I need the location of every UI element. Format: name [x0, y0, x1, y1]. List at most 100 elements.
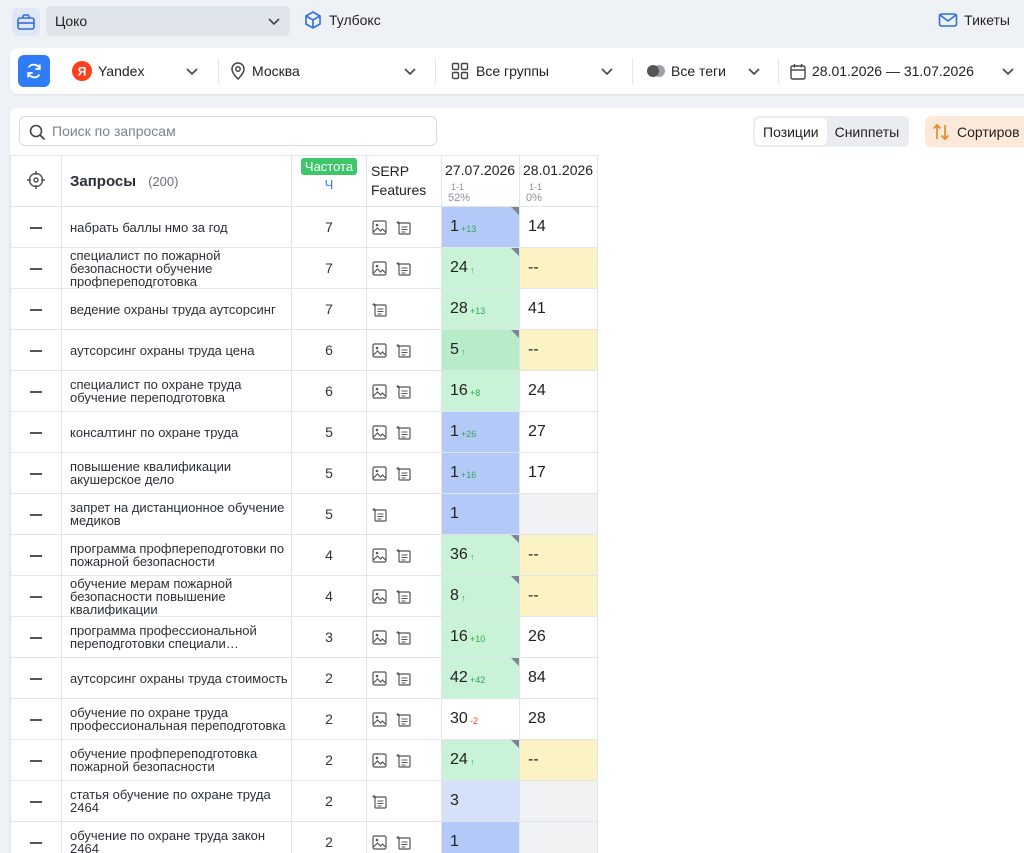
- row-toggle[interactable]: [11, 412, 62, 453]
- serp-cell[interactable]: [367, 781, 442, 822]
- serp-cell[interactable]: [367, 617, 442, 658]
- table-row[interactable]: обучение мерам пожарной безопасности пов…: [11, 576, 598, 617]
- serp-cell[interactable]: [367, 412, 442, 453]
- position-cell-date2[interactable]: 84: [520, 658, 598, 699]
- refresh-button[interactable]: [18, 55, 50, 87]
- toolbox-link[interactable]: Тулбокс: [303, 10, 381, 30]
- query-cell[interactable]: консалтинг по охране труда: [62, 412, 292, 453]
- date-range-select[interactable]: 28.01.2026 — 31.07.2026: [790, 48, 1024, 94]
- query-cell[interactable]: повышение квалификации акушерское дело: [62, 453, 292, 494]
- query-cell[interactable]: ведение охраны труда аутсорсинг: [62, 289, 292, 330]
- position-cell-date1[interactable]: 30-2: [442, 699, 520, 740]
- serp-cell[interactable]: [367, 207, 442, 248]
- region-select[interactable]: Москва: [230, 48, 430, 94]
- position-cell-date2[interactable]: --: [520, 535, 598, 576]
- table-row[interactable]: обучение профпереподготовка пожарной без…: [11, 740, 598, 781]
- row-toggle[interactable]: [11, 576, 62, 617]
- tags-select[interactable]: Все теги: [646, 48, 776, 94]
- position-cell-date1[interactable]: 1: [442, 494, 520, 535]
- table-row[interactable]: обучение по охране труда закон 246421: [11, 822, 598, 853]
- position-cell-date2[interactable]: [520, 781, 598, 822]
- row-toggle[interactable]: [11, 289, 62, 330]
- query-cell[interactable]: специалист по охране труда обучение пере…: [62, 371, 292, 412]
- position-cell-date2[interactable]: 27: [520, 412, 598, 453]
- row-toggle[interactable]: [11, 248, 62, 289]
- position-cell-date2[interactable]: 28: [520, 699, 598, 740]
- serp-cell[interactable]: [367, 535, 442, 576]
- position-cell-date2[interactable]: --: [520, 740, 598, 781]
- table-row[interactable]: специалист по пожарной безопасности обуч…: [11, 248, 598, 289]
- position-cell-date2[interactable]: 17: [520, 453, 598, 494]
- row-toggle[interactable]: [11, 822, 62, 853]
- row-toggle[interactable]: [11, 494, 62, 535]
- position-cell-date2[interactable]: [520, 822, 598, 853]
- project-select[interactable]: Цоко: [46, 6, 290, 36]
- serp-cell[interactable]: [367, 248, 442, 289]
- table-row[interactable]: консалтинг по охране труда51+2627: [11, 412, 598, 453]
- row-toggle[interactable]: [11, 453, 62, 494]
- serp-cell[interactable]: [367, 576, 442, 617]
- position-cell-date2[interactable]: 26: [520, 617, 598, 658]
- serp-cell[interactable]: [367, 494, 442, 535]
- row-toggle[interactable]: [11, 535, 62, 576]
- position-cell-date1[interactable]: 24↑: [442, 248, 520, 289]
- query-cell[interactable]: аутсорсинг охраны труда цена: [62, 330, 292, 371]
- query-cell[interactable]: обучение профпереподготовка пожарной без…: [62, 740, 292, 781]
- table-row[interactable]: программа профессиональной переподготовк…: [11, 617, 598, 658]
- tab-positions[interactable]: Позиции: [755, 118, 827, 145]
- position-cell-date1[interactable]: 5↑: [442, 330, 520, 371]
- search-box[interactable]: [19, 116, 437, 146]
- position-cell-date1[interactable]: 1: [442, 822, 520, 853]
- position-cell-date1[interactable]: 1+26: [442, 412, 520, 453]
- row-toggle[interactable]: [11, 371, 62, 412]
- query-cell[interactable]: запрет на дистанционное обучение медиков: [62, 494, 292, 535]
- query-cell[interactable]: обучение по охране труда профессиональна…: [62, 699, 292, 740]
- frequency-type[interactable]: Ч: [292, 177, 366, 192]
- table-row[interactable]: повышение квалификации акушерское дело51…: [11, 453, 598, 494]
- position-cell-date1[interactable]: 36↑: [442, 535, 520, 576]
- row-toggle[interactable]: [11, 781, 62, 822]
- position-cell-date1[interactable]: 16+10: [442, 617, 520, 658]
- queries-column-header[interactable]: Запросы(200): [62, 156, 292, 207]
- sort-button[interactable]: Сортиров: [925, 116, 1024, 147]
- position-cell-date1[interactable]: 16+8: [442, 371, 520, 412]
- target-column-header[interactable]: [11, 156, 62, 207]
- query-cell[interactable]: специалист по пожарной безопасности обуч…: [62, 248, 292, 289]
- row-toggle[interactable]: [11, 617, 62, 658]
- query-cell[interactable]: статья обучение по охране труда 2464: [62, 781, 292, 822]
- position-cell-date2[interactable]: 41: [520, 289, 598, 330]
- row-toggle[interactable]: [11, 658, 62, 699]
- row-toggle[interactable]: [11, 699, 62, 740]
- serp-cell[interactable]: [367, 699, 442, 740]
- table-row[interactable]: аутсорсинг охраны труда цена65↑--: [11, 330, 598, 371]
- serp-cell[interactable]: [367, 289, 442, 330]
- query-cell[interactable]: набрать баллы нмо за год: [62, 207, 292, 248]
- query-cell[interactable]: программа профессиональной переподготовк…: [62, 617, 292, 658]
- position-cell-date2[interactable]: --: [520, 576, 598, 617]
- position-cell-date1[interactable]: 42+42: [442, 658, 520, 699]
- tickets-link[interactable]: Тикеты: [938, 12, 1010, 28]
- groups-select[interactable]: Все группы: [451, 48, 631, 94]
- serp-cell[interactable]: [367, 453, 442, 494]
- query-cell[interactable]: обучение мерам пожарной безопасности пов…: [62, 576, 292, 617]
- frequency-column-header[interactable]: Частота Ч: [292, 156, 367, 207]
- position-cell-date1[interactable]: 8↑: [442, 576, 520, 617]
- position-cell-date1[interactable]: 24↑: [442, 740, 520, 781]
- table-row[interactable]: ведение охраны труда аутсорсинг728+1341: [11, 289, 598, 330]
- position-cell-date2[interactable]: 14: [520, 207, 598, 248]
- position-cell-date1[interactable]: 1+13: [442, 207, 520, 248]
- table-row[interactable]: аутсорсинг охраны труда стоимость242+428…: [11, 658, 598, 699]
- position-cell-date1[interactable]: 28+13: [442, 289, 520, 330]
- position-cell-date2[interactable]: --: [520, 248, 598, 289]
- row-toggle[interactable]: [11, 740, 62, 781]
- serp-cell[interactable]: [367, 330, 442, 371]
- query-cell[interactable]: программа профпереподготовки по пожарной…: [62, 535, 292, 576]
- query-cell[interactable]: обучение по охране труда закон 2464: [62, 822, 292, 853]
- date1-column-header[interactable]: 27.07.2026 1-1 52%: [442, 156, 520, 207]
- position-cell-date1[interactable]: 1+16: [442, 453, 520, 494]
- serp-cell[interactable]: [367, 658, 442, 699]
- position-cell-date1[interactable]: 3: [442, 781, 520, 822]
- search-input[interactable]: [52, 123, 436, 139]
- table-row[interactable]: статья обучение по охране труда 246423: [11, 781, 598, 822]
- row-toggle[interactable]: [11, 330, 62, 371]
